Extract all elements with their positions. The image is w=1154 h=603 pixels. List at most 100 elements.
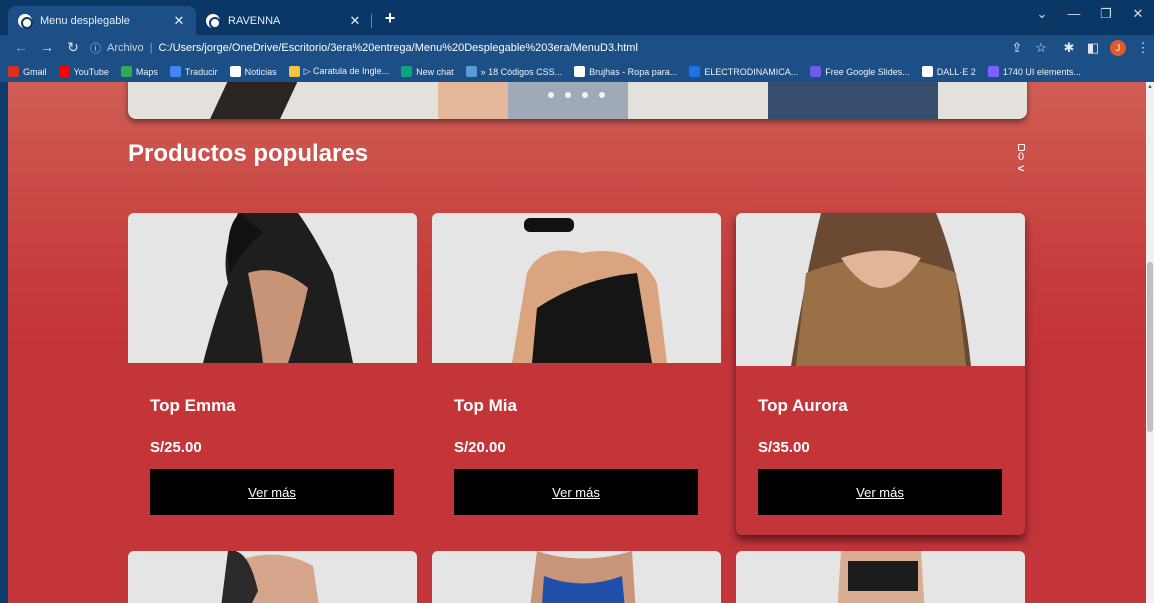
page-viewport: Productos populares 0 < Top Emma S/25.00… xyxy=(8,82,1146,603)
hero-image-figure xyxy=(199,82,307,119)
carousel-dot[interactable] xyxy=(599,92,605,98)
view-more-button[interactable]: Ver más xyxy=(150,469,394,515)
product-photo-illustration xyxy=(221,551,319,603)
tab-strip: Menu desplegable ✕ RAVENNA ✕ + ⌄ — ❐ ✕ xyxy=(0,0,1154,35)
bookmark-youtube[interactable]: YouTube xyxy=(58,66,109,77)
bookmark-label: YouTube xyxy=(73,66,109,77)
product-price: S/25.00 xyxy=(150,439,202,456)
bookmark-caratula[interactable]: ▷ Caratula de Ingle... xyxy=(288,66,390,77)
bookmark-label: Gmail xyxy=(23,66,47,77)
restore-icon[interactable]: ❐ xyxy=(1094,6,1118,22)
bookmark-label: ELECTRODINAMICA... xyxy=(704,66,799,77)
minimize-icon[interactable]: — xyxy=(1062,6,1086,21)
new-tab-button[interactable]: + xyxy=(380,8,400,29)
gmail-icon xyxy=(8,66,19,77)
product-photo xyxy=(128,213,417,363)
carousel-dot[interactable] xyxy=(548,92,554,98)
bookmark-star-icon[interactable]: ☆ xyxy=(1032,40,1050,56)
close-tab-icon[interactable]: ✕ xyxy=(172,13,186,29)
extensions-icon[interactable]: ✱ xyxy=(1060,40,1078,56)
tab-title: RAVENNA xyxy=(228,14,281,27)
chevron-left-icon[interactable]: < xyxy=(1014,164,1028,175)
protocol-label: Archivo xyxy=(107,42,144,54)
close-window-icon[interactable]: ✕ xyxy=(1126,6,1150,22)
menu-kebab-icon[interactable]: ⋮ xyxy=(1134,40,1152,56)
bookmark-maps[interactable]: Maps xyxy=(120,66,158,77)
ui-elements-icon xyxy=(987,66,999,77)
info-icon[interactable]: ⓘ xyxy=(90,40,101,56)
hero-image-figure xyxy=(768,82,938,119)
shopping-bag-icon xyxy=(1017,144,1025,151)
carousel-dot[interactable] xyxy=(582,92,588,98)
bookmark-label: Noticias xyxy=(244,66,277,77)
sunglasses-shape xyxy=(524,218,574,232)
product-photo-illustration xyxy=(530,551,636,603)
product-photo xyxy=(432,213,721,363)
tab-search-icon[interactable]: ⌄ xyxy=(1030,6,1054,22)
product-photo-illustration xyxy=(512,218,667,363)
bookmark-new-chat[interactable]: New chat xyxy=(401,66,454,77)
scrollbar-thumb[interactable] xyxy=(1147,262,1153,432)
page-scrollbar[interactable]: ▲ xyxy=(1146,82,1154,603)
garment-shape xyxy=(848,561,918,591)
tab-title: Menu desplegable xyxy=(40,14,130,27)
bookmark-electrodinamica[interactable]: ELECTRODINAMICA... xyxy=(689,66,798,77)
product-photo-illustration xyxy=(837,551,925,603)
bookmark-dalle[interactable]: DALL·E 2 xyxy=(921,66,976,77)
share-icon[interactable]: ⇪ xyxy=(1008,40,1026,56)
chat-icon xyxy=(401,66,413,77)
slides-icon xyxy=(810,66,822,77)
globe-icon xyxy=(206,13,221,29)
close-tab-icon[interactable]: ✕ xyxy=(348,13,362,29)
side-panel-icon[interactable]: ◧ xyxy=(1084,40,1102,56)
scroll-up-icon[interactable]: ▲ xyxy=(1147,84,1153,90)
tab-menu-desplegable[interactable]: Menu desplegable ✕ xyxy=(8,6,196,35)
back-icon[interactable]: ← xyxy=(12,39,30,55)
product-card: Top Emma S/25.00 Ver más xyxy=(128,213,417,535)
hero-carousel xyxy=(128,82,1027,119)
url-text: C:/Users/jorge/OneDrive/Escritorio/3era%… xyxy=(158,42,638,54)
product-photo xyxy=(736,213,1025,366)
product-name: Top Mia xyxy=(454,396,517,415)
carousel-dot[interactable] xyxy=(565,92,571,98)
profile-avatar[interactable]: J xyxy=(1110,40,1126,56)
reload-icon[interactable]: ↻ xyxy=(64,39,82,56)
product-price: S/20.00 xyxy=(454,439,506,456)
bookmark-ui-elements[interactable]: 1740 UI elements... xyxy=(987,66,1081,77)
bookmark-brujhas[interactable]: Brujhas - Ropa para... xyxy=(574,66,677,77)
cart-widget[interactable]: 0 < xyxy=(1014,144,1028,175)
store-icon xyxy=(574,66,586,77)
product-price: S/35.00 xyxy=(758,439,810,456)
bookmark-google-slides[interactable]: Free Google Slides... xyxy=(810,66,910,77)
product-card-hovered: Top Aurora S/35.00 Ver más xyxy=(736,213,1025,535)
hero-image-figure xyxy=(508,82,628,119)
forward-icon[interactable]: → xyxy=(38,39,56,55)
bookmarks-bar: Gmail YouTube Maps Traducir Noticias ▷ C… xyxy=(0,61,1154,82)
product-card-partial xyxy=(432,551,721,603)
product-name: Top Aurora xyxy=(758,396,848,415)
bookmark-label: Brujhas - Ropa para... xyxy=(589,66,678,77)
product-photo-illustration xyxy=(203,213,353,363)
globe-icon xyxy=(229,66,241,77)
carousel-dots xyxy=(548,92,605,98)
bookmark-codigos-css[interactable]: » 18 Códigos CSS... xyxy=(465,66,563,77)
tab-separator xyxy=(371,14,372,28)
bookmark-traducir[interactable]: Traducir xyxy=(169,66,218,77)
bookmark-label: 1740 UI elements... xyxy=(1002,66,1081,77)
section-title: Productos populares xyxy=(128,140,369,167)
bookmark-label: Free Google Slides... xyxy=(825,66,910,77)
document-icon xyxy=(689,66,701,77)
address-separator: | xyxy=(149,42,153,54)
globe-icon xyxy=(18,13,33,29)
tab-ravenna[interactable]: RAVENNA ✕ xyxy=(196,6,372,35)
address-bar[interactable]: ⓘ Archivo | C:/Users/jorge/OneDrive/Escr… xyxy=(90,37,1002,59)
browser-toolbar: ← → ↻ ⓘ Archivo | C:/Users/jorge/OneDriv… xyxy=(0,35,1154,61)
view-more-button[interactable]: Ver más xyxy=(454,469,698,515)
bookmark-label: » 18 Códigos CSS... xyxy=(480,66,563,77)
product-photo-illustration xyxy=(791,213,971,366)
bookmark-gmail[interactable]: Gmail xyxy=(8,66,47,77)
bookmark-label: ▷ Caratula de Ingle... xyxy=(303,66,390,76)
view-more-button[interactable]: Ver más xyxy=(758,469,1002,515)
product-card: Top Mia S/20.00 Ver más xyxy=(432,213,721,535)
bookmark-noticias[interactable]: Noticias xyxy=(229,66,277,77)
